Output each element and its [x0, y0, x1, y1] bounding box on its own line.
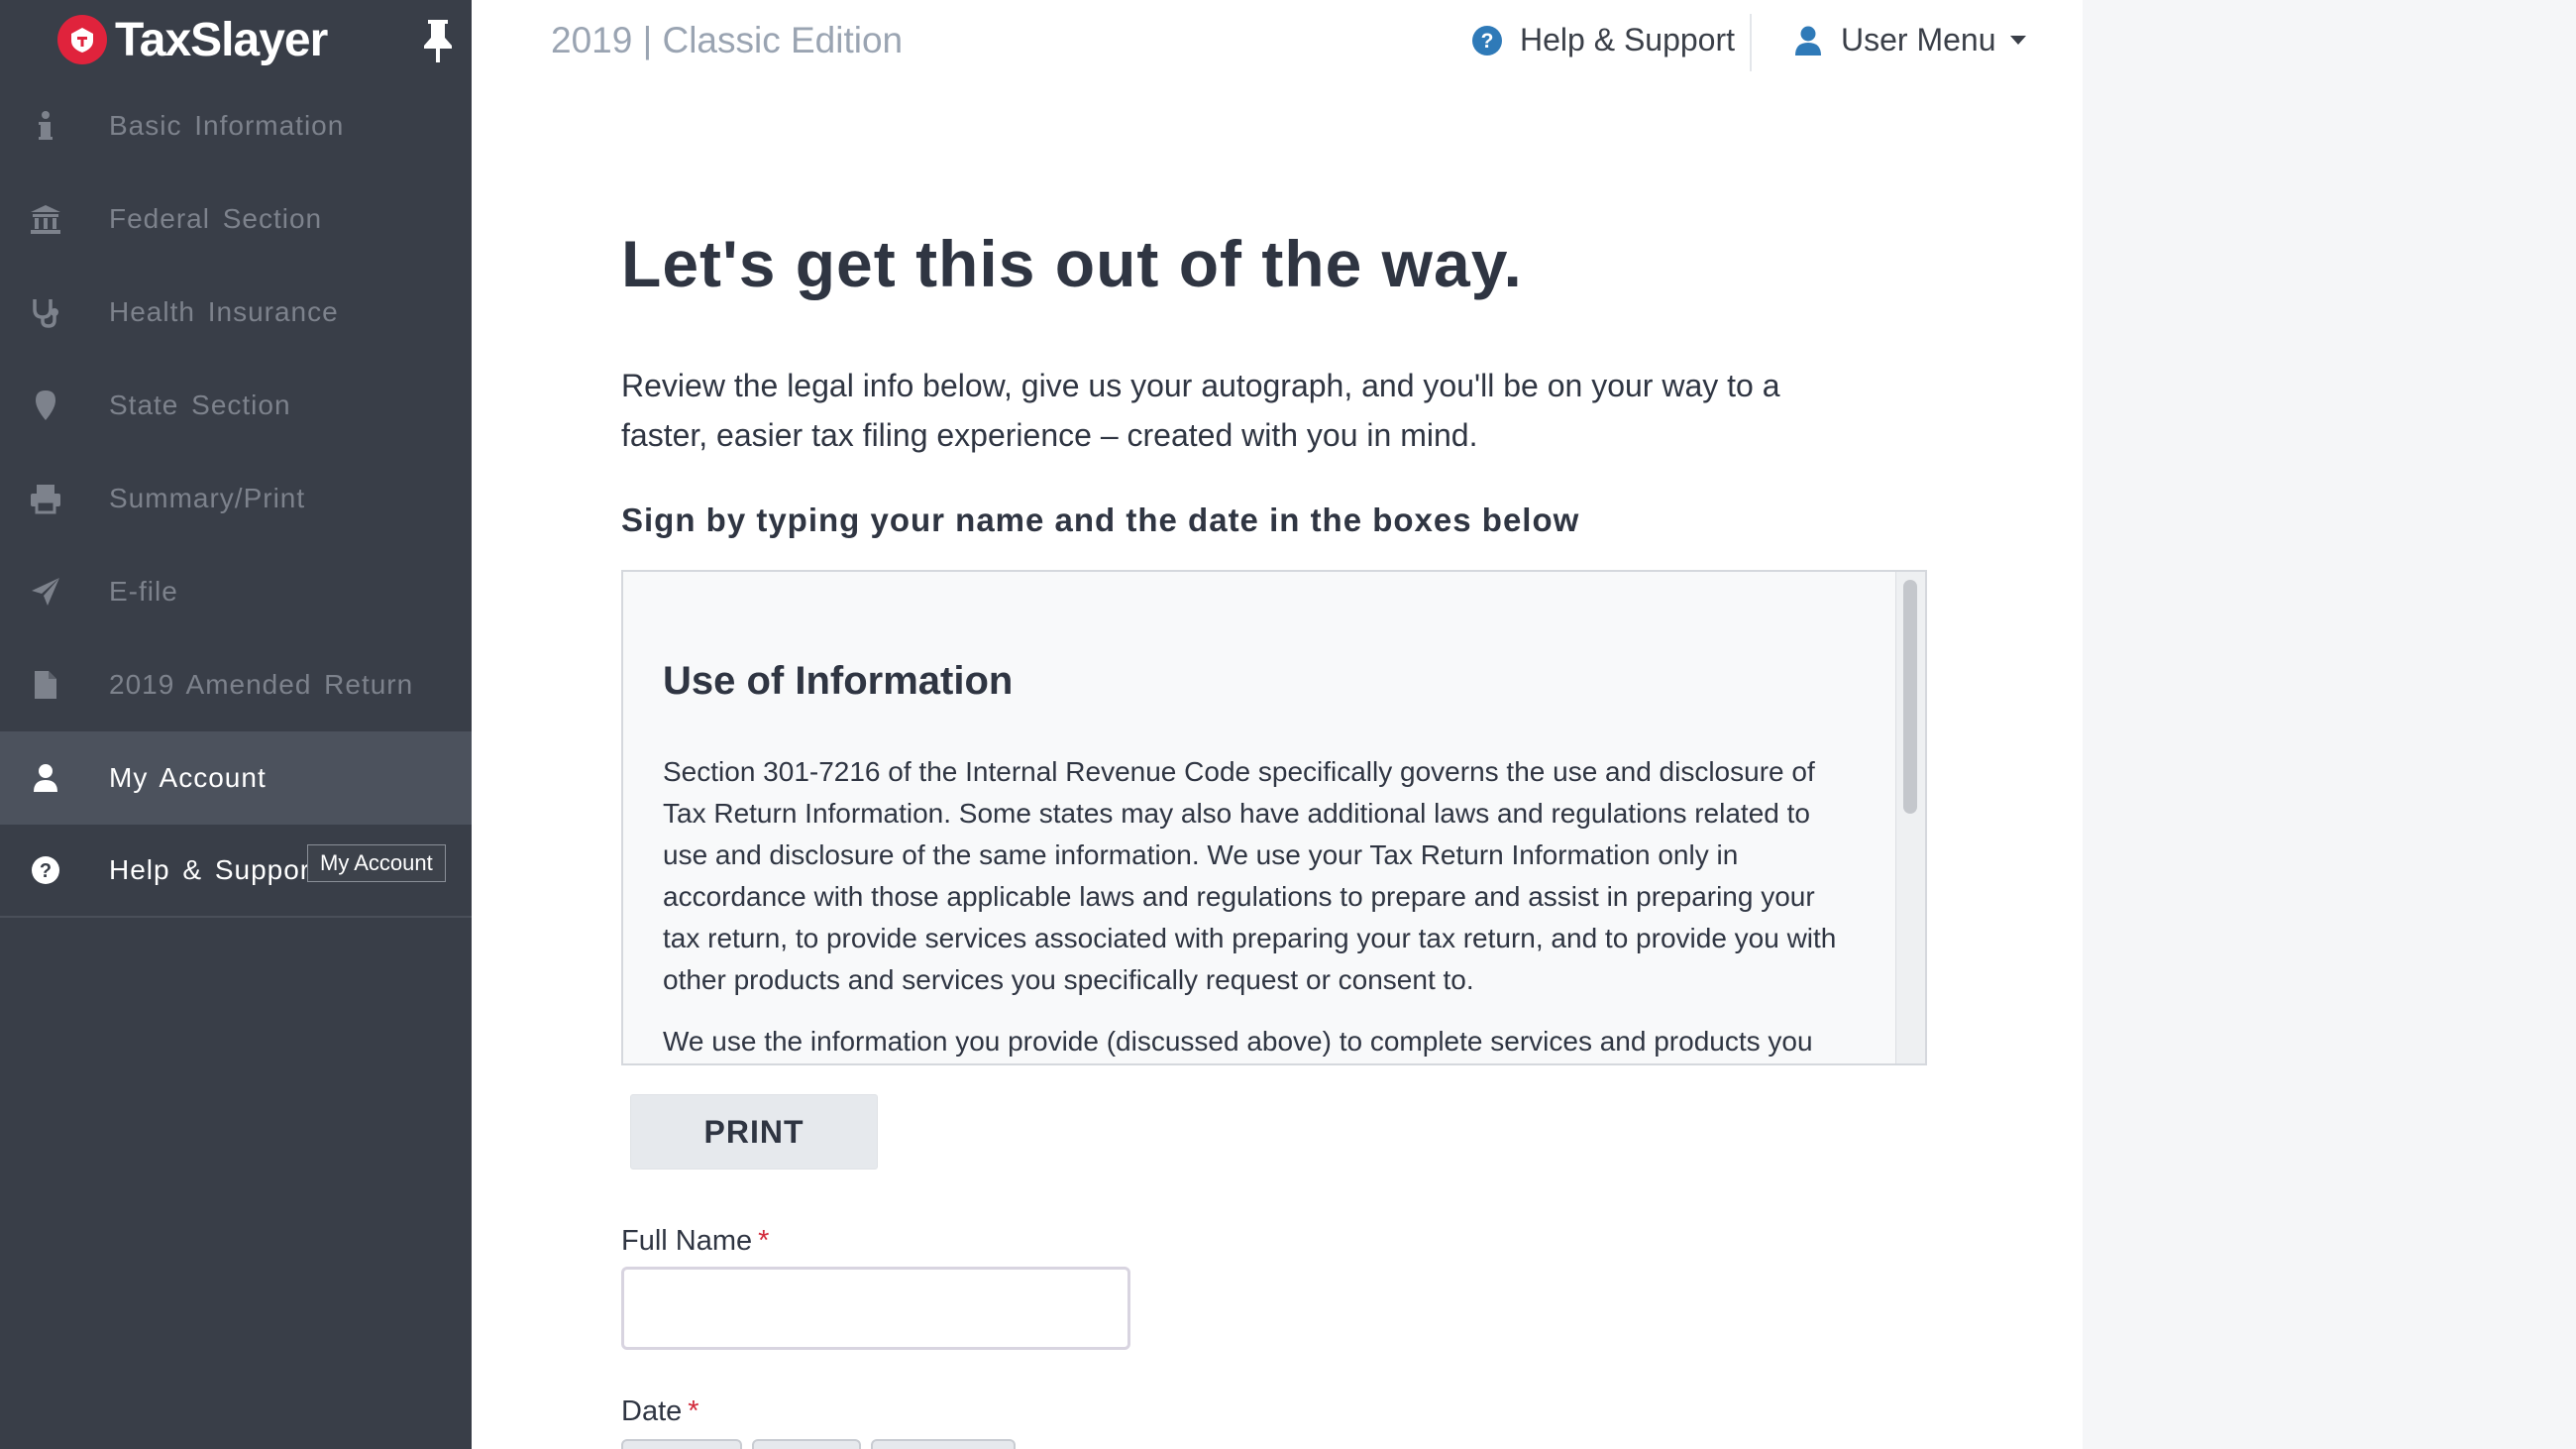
- sidebar-item-label: Federal Section: [109, 203, 323, 234]
- svg-text:?: ?: [40, 860, 52, 882]
- file-icon: [28, 667, 63, 703]
- print-button[interactable]: PRINT: [630, 1094, 878, 1170]
- sidebar-item-label: My Account: [109, 762, 267, 793]
- user-menu-dropdown[interactable]: User Menu: [1791, 22, 2026, 58]
- sidebar-item-health-insurance[interactable]: Health Insurance: [0, 266, 472, 359]
- right-empty-area: [2083, 0, 2576, 1449]
- user-icon: [28, 760, 63, 796]
- sidebar-item-label: Health Insurance: [109, 296, 339, 327]
- user-menu-label: User Menu: [1841, 22, 1996, 57]
- required-mark: *: [688, 1395, 699, 1427]
- sidebar-item-my-account[interactable]: My Account: [0, 731, 472, 825]
- full-name-label-text: Full Name: [621, 1225, 753, 1257]
- legal-content: Use of Information Section 301-7216 of t…: [663, 659, 1842, 1063]
- date-year-select[interactable]: [871, 1439, 1016, 1449]
- legal-paragraph: We use the information you provide (disc…: [663, 1026, 1813, 1057]
- question-circle-icon: ?: [1470, 24, 1504, 57]
- sidebar-item-amended-return[interactable]: 2019 Amended Return: [0, 638, 472, 731]
- full-name-label: Full Name *: [621, 1225, 769, 1258]
- pin-icon[interactable]: [416, 16, 460, 65]
- taxslayer-logo-icon: [57, 15, 107, 64]
- sidebar-item-federal-section[interactable]: Federal Section: [0, 172, 472, 266]
- printer-icon: [28, 481, 63, 516]
- sidebar-item-label: Summary/Print: [109, 483, 306, 513]
- legal-paragraph: Section 301-7216 of the Internal Revenue…: [663, 756, 1837, 995]
- edition-label: 2019 | Classic Edition: [551, 20, 904, 60]
- sidebar-item-label: 2019 Amended Return: [109, 669, 414, 700]
- sidebar-item-label: E-file: [109, 576, 178, 607]
- brand[interactable]: TaxSlayer: [0, 0, 472, 79]
- required-mark: *: [758, 1225, 770, 1257]
- full-name-input[interactable]: [621, 1267, 1130, 1350]
- user-icon: [1791, 24, 1825, 57]
- scrollbar-track[interactable]: [1895, 572, 1925, 1063]
- intro-text: Review the legal info below, give us you…: [621, 368, 1780, 453]
- date-label: Date *: [621, 1395, 699, 1428]
- date-day-select[interactable]: [752, 1439, 861, 1449]
- brand-name: TaxSlayer: [115, 13, 328, 66]
- map-marker-icon: [28, 388, 63, 423]
- sidebar: TaxSlayer Basic Information Federal Sect…: [0, 0, 472, 1449]
- sidebar-item-label: State Section: [109, 390, 291, 420]
- scrollbar-thumb[interactable]: [1903, 580, 1917, 814]
- paper-plane-icon: [28, 574, 63, 610]
- question-circle-icon: ?: [28, 852, 63, 888]
- svg-text:?: ?: [1481, 30, 1494, 53]
- legal-title: Use of Information: [663, 659, 1014, 703]
- date-month-select[interactable]: [621, 1439, 742, 1449]
- sidebar-item-label: Help & Support: [109, 854, 319, 885]
- sidebar-item-state-section[interactable]: State Section: [0, 359, 472, 452]
- sidebar-item-basic-information[interactable]: Basic Information: [0, 79, 472, 172]
- legal-text-scrollbox[interactable]: Use of Information Section 301-7216 of t…: [621, 570, 1927, 1065]
- sidebar-item-summary-print[interactable]: Summary/Print: [0, 452, 472, 545]
- main-content: 2019 | Classic Edition ? Help & Support …: [472, 0, 2083, 1449]
- my-account-tooltip: My Account: [307, 844, 446, 882]
- sidebar-nav: Basic Information Federal Section Health…: [0, 79, 472, 918]
- sidebar-item-label: Basic Information: [109, 110, 345, 141]
- sidebar-item-e-file[interactable]: E-file: [0, 545, 472, 638]
- info-icon: [28, 108, 63, 144]
- bank-icon: [28, 201, 63, 237]
- caret-down-icon: [2009, 36, 2026, 45]
- header-divider: [1750, 14, 1752, 71]
- help-support-label: Help & Support: [1520, 22, 1736, 57]
- page-title: Let's get this out of the way.: [621, 227, 1523, 300]
- header-help-support-link[interactable]: ? Help & Support: [1470, 22, 1735, 58]
- stethoscope-icon: [28, 294, 63, 330]
- sign-instruction: Sign by typing your name and the date in…: [621, 502, 1580, 538]
- date-label-text: Date: [621, 1395, 683, 1427]
